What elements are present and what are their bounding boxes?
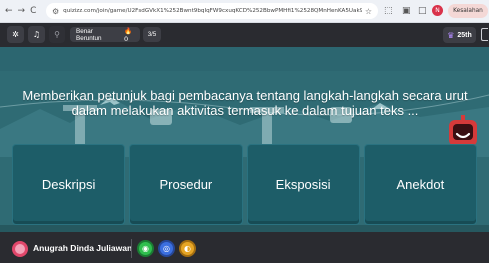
double-jeopardy-powerup-icon[interactable]: ◎ [158,240,175,257]
reload-icon[interactable]: C [30,6,36,16]
url-text[interactable]: quizizz.com/join/game/U2FsdGVkX1%252Bwnt… [63,8,362,14]
answer-option-3[interactable]: Eksposisi [246,144,360,225]
settings-gear-icon[interactable]: ✲ [7,26,24,43]
power-play-powerup-icon[interactable]: ◐ [179,240,196,257]
streak-label: Benar Beruntun [76,27,102,42]
back-arrow-icon[interactable]: ← [5,6,13,16]
answer-option-4[interactable]: Anekdot [363,144,477,225]
question-text: Memberikan petunjuk bagi pembacanya tent… [22,88,468,118]
trophy-icon: ♛ [447,30,455,40]
fullscreen-icon[interactable] [481,28,488,41]
streak-status: Benar Beruntun 🔥0 [70,26,140,43]
player-avatar [12,241,28,257]
streak-count: 🔥0 [124,26,133,43]
answer-options: Deskripsi Prosedur Eksposisi Anekdot [10,144,479,225]
rank-value: 25th [457,31,472,39]
question-progress: 3/5 [143,27,161,42]
site-info-icon[interactable]: ⚙ [52,7,59,16]
address-bar[interactable]: ⚙ quizizz.com/join/game/U2FsdGVkX1%252Bw… [46,3,378,19]
sidepanel-icon[interactable]: □ [418,4,427,18]
game-stage: Memberikan petunjuk bagi pembacanya tent… [0,47,489,232]
browser-toolbar: ← → C ⚙ quizizz.com/join/game/U2FsdGVkX1… [0,0,489,23]
screenshot-icon[interactable]: ▣ [402,4,411,18]
browser-nav: ← → C [0,6,36,16]
player-bar: Anugrah Dinda Juliawan ◉ ◎ ◐ [0,232,489,263]
player-name: Anugrah Dinda Juliawan [33,243,133,253]
extension-icon[interactable]: ⬚ [384,4,393,18]
profile-avatar[interactable]: N [432,5,443,16]
game-topbar: ✲ ♫ ⚲ Benar Beruntun 🔥0 3/5 ♛ 25th [0,23,489,47]
streak-saver-powerup-icon[interactable]: ◉ [137,240,154,257]
answer-option-1[interactable]: Deskripsi [12,144,126,225]
search-icon[interactable]: ⚲ [49,26,65,43]
divider [131,239,132,258]
bookmark-star-icon[interactable]: ☆ [365,7,372,16]
music-icon[interactable]: ♫ [28,26,45,43]
rank-badge: ♛ 25th [443,27,476,43]
answer-option-2[interactable]: Prosedur [129,144,243,225]
forward-arrow-icon[interactable]: → [18,6,26,16]
profile-error-button[interactable]: Kesalahan [448,4,488,18]
